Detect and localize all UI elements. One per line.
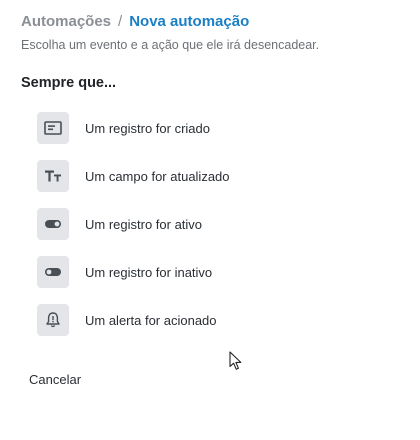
breadcrumb-automations-link[interactable]: Automações <box>21 13 111 30</box>
trigger-option-record-active[interactable]: Um registro for ativo <box>37 208 377 240</box>
page-subtitle: Escolha um evento e a ação que ele irá d… <box>21 38 320 52</box>
text-field-icon <box>37 160 69 192</box>
trigger-option-alert-triggered[interactable]: Um alerta for acionado <box>37 304 377 336</box>
cancel-button[interactable]: Cancelar <box>29 372 81 387</box>
breadcrumb: Automações / Nova automação <box>21 13 249 30</box>
option-label: Um alerta for acionado <box>85 312 217 328</box>
new-automation-panel: Automações / Nova automação Escolha um e… <box>0 0 420 440</box>
form-icon <box>37 112 69 144</box>
toggle-off-icon <box>37 256 69 288</box>
trigger-option-field-updated[interactable]: Um campo for atualizado <box>37 160 377 192</box>
alert-bell-icon <box>37 304 69 336</box>
section-title: Sempre que... <box>21 75 117 91</box>
mouse-cursor-icon <box>229 351 242 370</box>
trigger-options-list: Um registro for criado Um campo for atua… <box>37 112 377 352</box>
option-label: Um registro for criado <box>85 120 210 136</box>
toggle-on-icon <box>37 208 69 240</box>
option-label: Um registro for inativo <box>85 264 213 280</box>
option-label: Um campo for atualizado <box>85 168 230 184</box>
breadcrumb-current-page: Nova automação <box>129 13 250 30</box>
trigger-option-record-inactive[interactable]: Um registro for inativo <box>37 256 377 288</box>
option-label: Um registro for ativo <box>85 216 203 232</box>
trigger-option-record-created[interactable]: Um registro for criado <box>37 112 377 144</box>
breadcrumb-separator: / <box>118 13 123 30</box>
